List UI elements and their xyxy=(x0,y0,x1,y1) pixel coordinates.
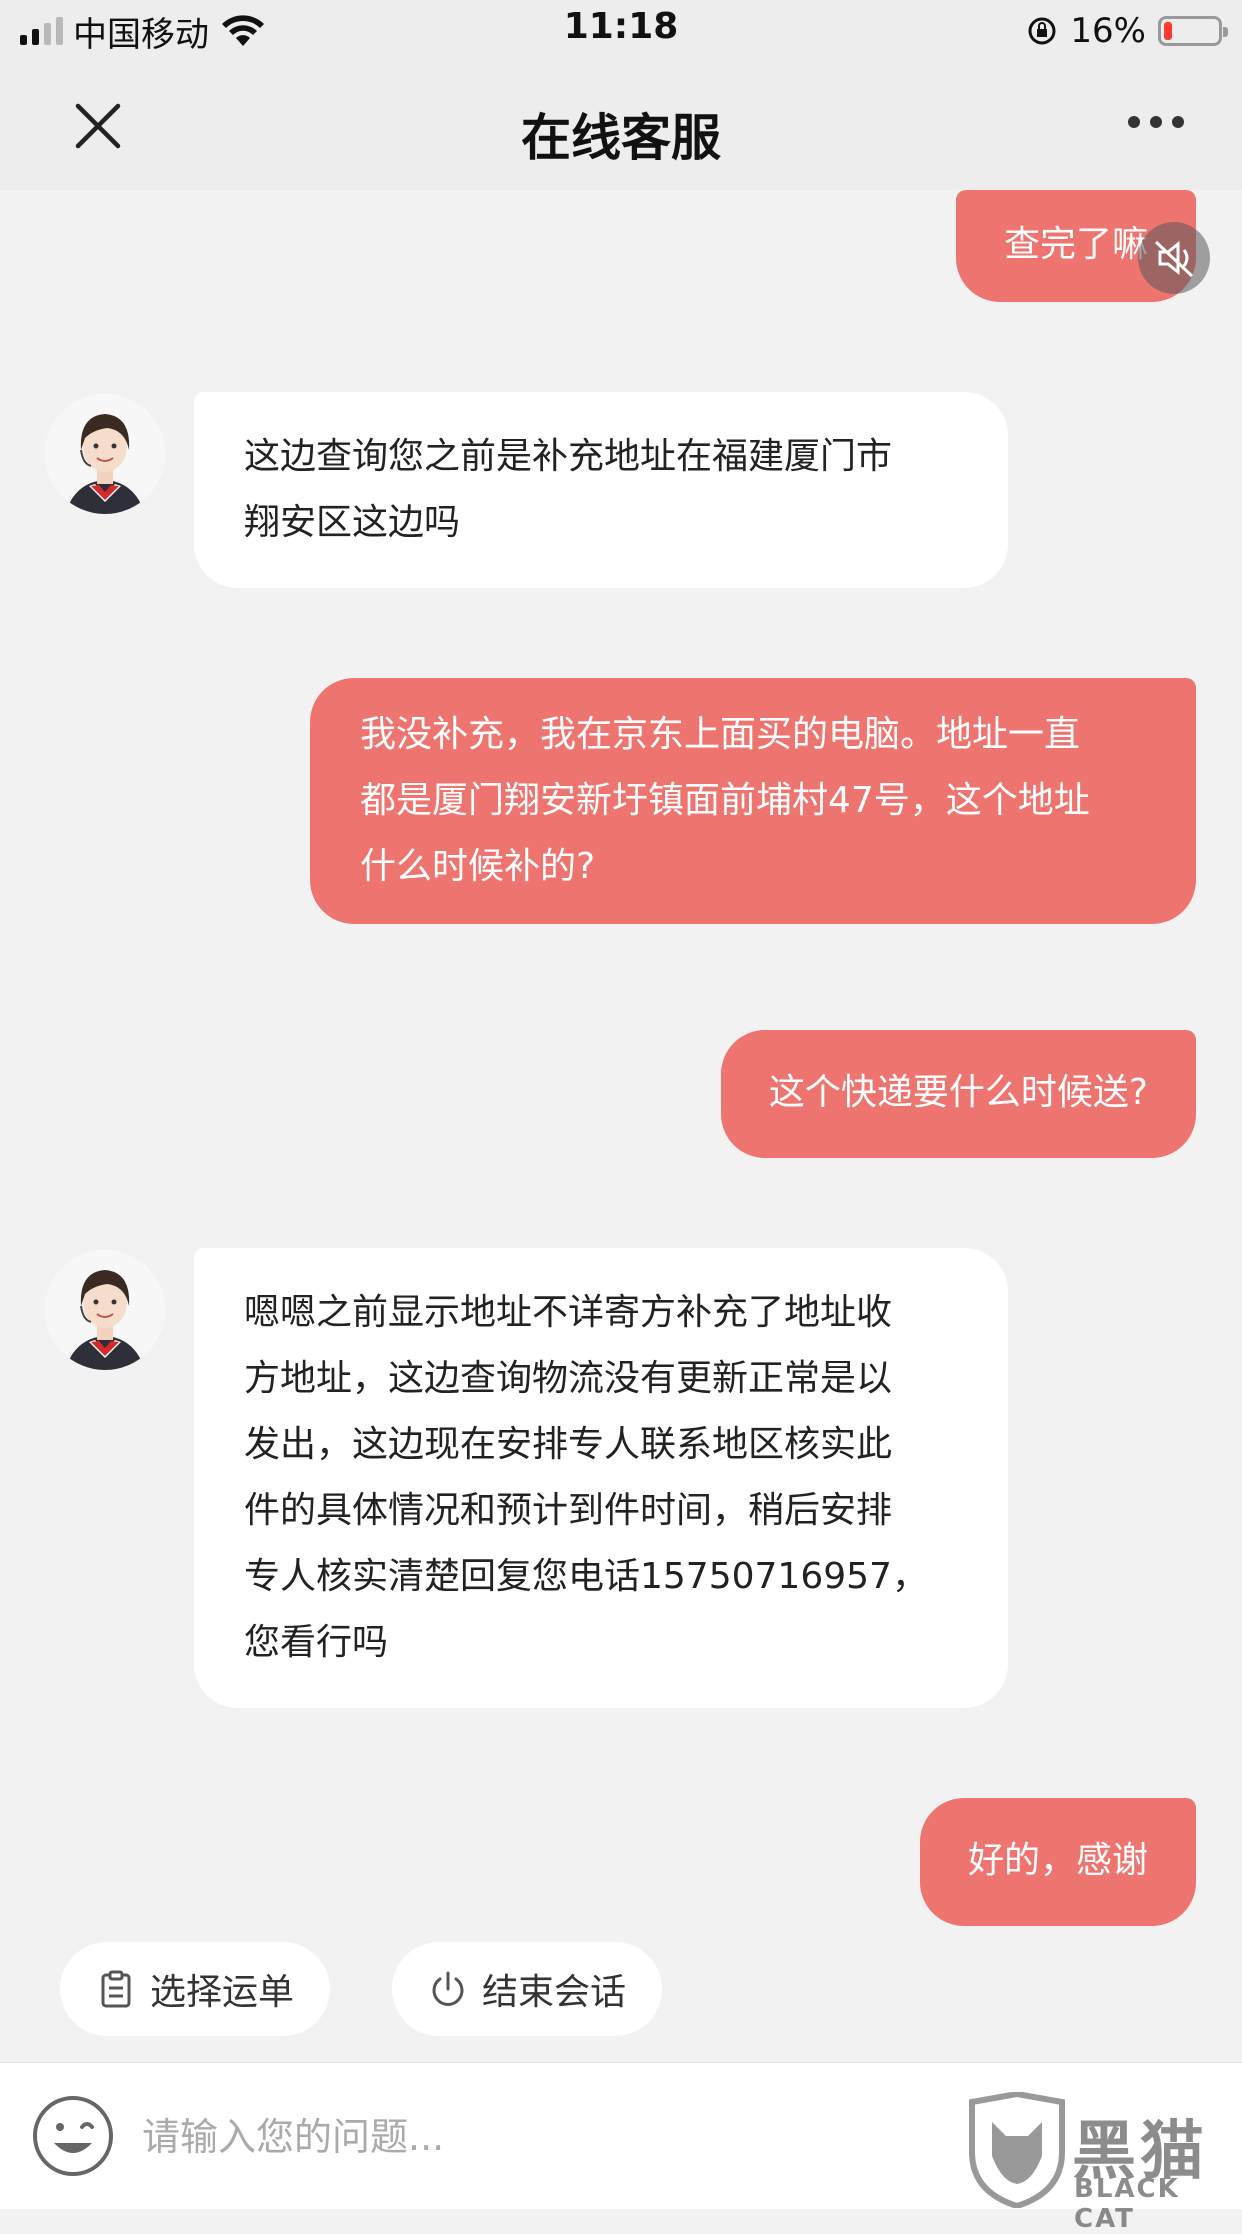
end-session-button[interactable]: 结束会话 xyxy=(392,1942,662,2036)
message-line: 发出，这边现在安排专人联系地区核实此 xyxy=(244,1424,893,1465)
nav-bar: 在线客服 xyxy=(0,62,1242,190)
clipboard-icon xyxy=(101,1970,131,2008)
battery-level xyxy=(1164,22,1172,40)
more-icon[interactable] xyxy=(1128,116,1184,128)
select-waybill-button[interactable]: 选择运单 xyxy=(60,1942,330,2036)
mute-icon[interactable] xyxy=(1138,222,1210,294)
rotation-lock-icon xyxy=(1028,17,1056,45)
page-title: 在线客服 xyxy=(521,109,721,167)
message-line: 翔安区这边吗 xyxy=(244,502,461,543)
agent-avatar xyxy=(45,1250,165,1370)
message-text: 查完了嘛 xyxy=(1003,224,1148,265)
message-line: 都是厦门翔安新圩镇面前埔村47号，这个地址 xyxy=(360,780,1090,821)
message-line: 嗯嗯之前显示地址不详寄方补充了地址收 xyxy=(244,1292,893,1333)
message-line: 方地址，这边查询物流没有更新正常是以 xyxy=(244,1358,893,1399)
agent-message: 嗯嗯之前显示地址不详寄方补充了地址收 方地址，这边查询物流没有更新正常是以 发出… xyxy=(194,1248,1008,1708)
message-line: 我没补充，我在京东上面买的电脑。地址一直 xyxy=(360,714,1081,755)
agent-message: 这边查询您之前是补充地址在福建厦门市 翔安区这边吗 xyxy=(194,392,1008,588)
user-message: 这个快递要什么时候送? xyxy=(720,1030,1196,1158)
watermark-subtext: BLACK CAT xyxy=(1074,2174,1180,2234)
message-text: 好的，感谢 xyxy=(967,1840,1148,1881)
watermark-logo: 黑猫 BLACK CAT xyxy=(962,2092,1232,2234)
message-line: 什么时候补的? xyxy=(360,846,596,887)
message-line: 件的具体情况和预计到件时间，稍后安排 xyxy=(244,1490,893,1531)
message-line: 这边查询您之前是补充地址在福建厦门市 xyxy=(244,436,893,477)
message-line: 专人核实清楚回复您电话15750716957， xyxy=(244,1556,928,1597)
status-bar: 中国移动 11:18 16% xyxy=(0,0,1242,62)
power-icon xyxy=(432,1971,464,2006)
chat-area[interactable]: 查完了嘛 这边查询您之前是补充地址在福建厦门市 翔安区这边吗 我没补充，我在京东… xyxy=(0,190,1242,1950)
status-right: 16% xyxy=(1026,8,1228,54)
message-text: 这个快递要什么时候送? xyxy=(768,1072,1148,1113)
message-input[interactable] xyxy=(140,2089,944,2185)
chip-label: 结束会话 xyxy=(481,1972,626,2013)
emoji-icon[interactable] xyxy=(30,2093,116,2179)
agent-avatar xyxy=(45,394,165,514)
battery-icon xyxy=(1158,16,1228,46)
message-line: 您看行吗 xyxy=(244,1622,389,1663)
user-message: 我没补充，我在京东上面买的电脑。地址一直 都是厦门翔安新圩镇面前埔村47号，这个… xyxy=(310,678,1196,924)
battery-percent: 16% xyxy=(1070,11,1146,51)
user-message: 好的，感谢 xyxy=(919,1798,1196,1926)
chip-label: 选择运单 xyxy=(149,1972,294,2013)
